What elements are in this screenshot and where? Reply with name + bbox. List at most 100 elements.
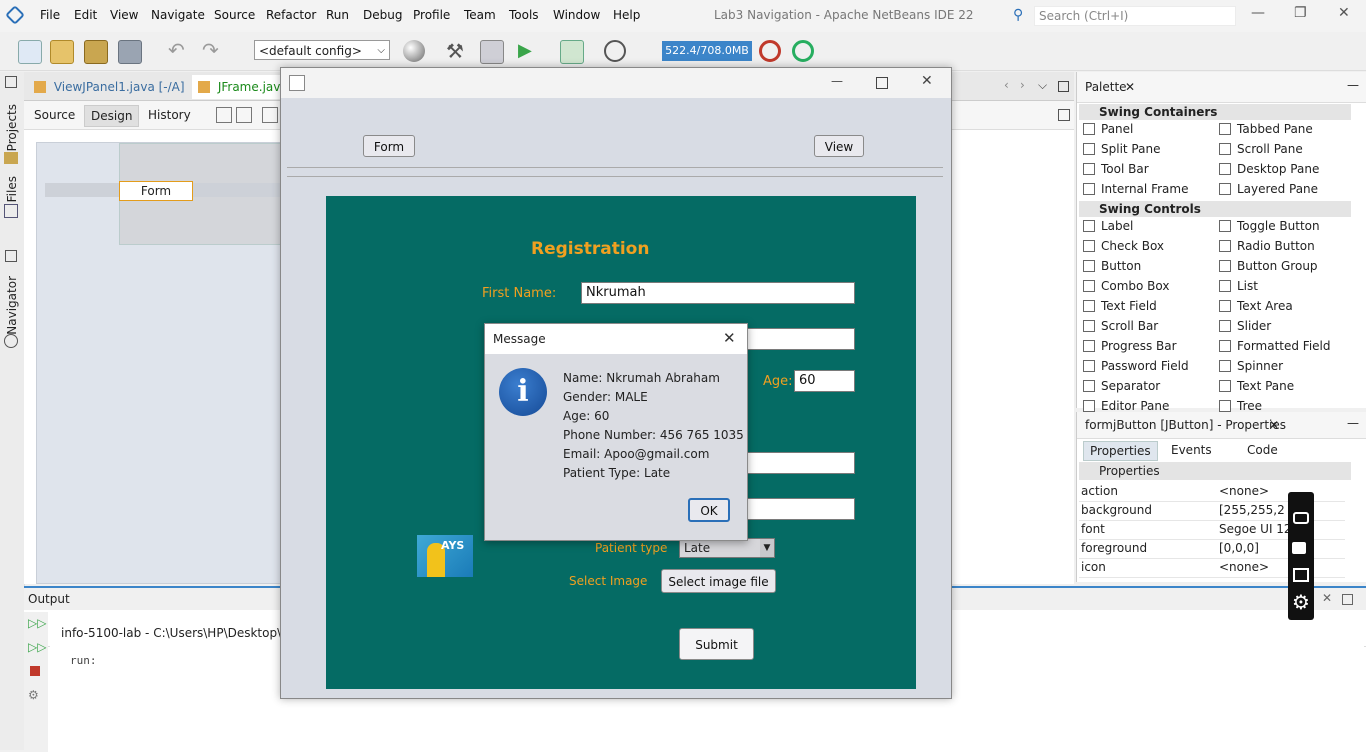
tab-events[interactable]: Events — [1171, 443, 1212, 457]
search-input[interactable]: Search (Ctrl+I) — [1034, 6, 1236, 26]
maximize-output-icon[interactable] — [1342, 594, 1353, 605]
palette-item[interactable]: Radio Button — [1217, 237, 1315, 255]
memory-indicator[interactable]: 522.4/708.0MB — [662, 41, 752, 61]
tab-properties[interactable]: Properties — [1083, 441, 1158, 461]
palette-item[interactable]: Progress Bar — [1081, 337, 1177, 355]
ok-button[interactable]: OK — [688, 498, 730, 522]
save-all-icon[interactable] — [118, 40, 142, 64]
config-select[interactable]: <default config> ⌵ — [254, 40, 390, 60]
palette-section-controls[interactable]: Swing Controls — [1079, 201, 1351, 217]
run-icon[interactable]: ▶ — [518, 40, 540, 62]
palette-item[interactable]: Tool Bar — [1081, 160, 1149, 178]
menu-source[interactable]: Source — [214, 8, 255, 22]
view-button[interactable]: View — [814, 135, 864, 157]
properties-section[interactable]: Properties — [1079, 462, 1351, 480]
palette-item[interactable]: Tabbed Pane — [1217, 120, 1313, 138]
palette-item[interactable]: Button — [1081, 257, 1141, 275]
maximize-editor-icon[interactable] — [1058, 81, 1069, 92]
palette-item[interactable]: Text Area — [1217, 297, 1293, 315]
restore-icon[interactable]: ❐ — [1294, 5, 1307, 21]
palette-item[interactable]: Separator — [1081, 377, 1160, 395]
last-name-input[interactable] — [746, 328, 855, 350]
palette-item[interactable]: Label — [1081, 217, 1133, 235]
selection-mode-icon[interactable] — [216, 107, 232, 123]
palette-item[interactable]: Split Pane — [1081, 140, 1160, 158]
palette-item[interactable]: Internal Frame — [1081, 180, 1188, 198]
menu-file[interactable]: File — [40, 8, 60, 22]
undo-icon[interactable]: ↶ — [168, 40, 190, 62]
palette-item[interactable]: Text Field — [1081, 297, 1157, 315]
minimize-output-icon[interactable]: ✕ — [1322, 591, 1332, 605]
build-hammer-icon[interactable]: ⚒ — [446, 40, 468, 62]
navigator-tab[interactable]: Navigator — [5, 276, 19, 335]
clean-build-icon[interactable] — [480, 40, 504, 64]
close-icon[interactable]: ✕ — [1338, 5, 1350, 21]
tab-viewjpanel1[interactable]: ViewJPanel1.java [-/A] ✕ — [28, 75, 211, 99]
age-input[interactable]: 60 — [794, 370, 855, 392]
settings-gear-icon[interactable]: ⚙ — [1292, 590, 1310, 614]
property-value[interactable]: <none> — [1219, 482, 1269, 501]
menu-tools[interactable]: Tools — [509, 8, 539, 22]
menu-edit[interactable]: Edit — [74, 8, 97, 22]
minimize-icon[interactable]: — — [1251, 5, 1265, 21]
palette-item[interactable]: Scroll Pane — [1217, 140, 1303, 158]
app-maximize-icon[interactable] — [876, 77, 888, 89]
menu-view[interactable]: View — [110, 8, 138, 22]
menu-debug[interactable]: Debug — [363, 8, 402, 22]
email-input[interactable] — [746, 498, 855, 520]
files-tab[interactable]: Files — [5, 176, 19, 202]
palette-item[interactable]: Spinner — [1217, 357, 1283, 375]
dialog-close-icon[interactable]: ✕ — [723, 329, 736, 347]
palette-section-containers[interactable]: Swing Containers — [1079, 104, 1351, 120]
select-image-button[interactable]: Select image file — [661, 569, 776, 593]
property-value[interactable]: [255,255,2 — [1219, 501, 1285, 520]
form-button-preview[interactable]: Form — [119, 181, 193, 201]
palette-item[interactable]: List — [1217, 277, 1258, 295]
palette-item[interactable]: Combo Box — [1081, 277, 1170, 295]
property-value[interactable]: [0,0,0] — [1219, 539, 1259, 558]
palette-item[interactable]: Password Field — [1081, 357, 1189, 375]
preview-design-icon[interactable] — [262, 107, 278, 123]
menu-run[interactable]: Run — [326, 8, 349, 22]
stop-icon[interactable] — [30, 666, 40, 676]
menu-profile[interactable]: Profile — [413, 8, 450, 22]
palette-item[interactable]: Text Pane — [1217, 377, 1294, 395]
design-canvas[interactable]: Form — [36, 142, 299, 584]
subtab-history[interactable]: History — [142, 105, 197, 125]
phone-input[interactable] — [746, 452, 855, 474]
menu-help[interactable]: Help — [613, 8, 640, 22]
camera-icon[interactable] — [1293, 512, 1309, 524]
split-divider[interactable] — [287, 167, 943, 177]
palette-item[interactable]: Check Box — [1081, 237, 1164, 255]
property-value[interactable]: <none> — [1219, 558, 1269, 577]
redo-icon[interactable]: ↷ — [202, 40, 224, 62]
menu-window[interactable]: Window — [553, 8, 600, 22]
globe-icon[interactable] — [403, 40, 425, 62]
scroll-left-icon[interactable]: ‹ — [1004, 78, 1009, 92]
palette-item[interactable]: Layered Pane — [1217, 180, 1318, 198]
palette-item[interactable]: Slider — [1217, 317, 1271, 335]
settings-icon[interactable]: ⚙ — [28, 688, 39, 702]
connection-mode-icon[interactable] — [236, 107, 252, 123]
restore-navigator-icon[interactable] — [5, 250, 17, 262]
video-icon[interactable] — [1292, 542, 1306, 554]
palette-item[interactable]: Panel — [1081, 120, 1133, 138]
tab-list-icon[interactable]: ⌵ — [1038, 78, 1047, 93]
new-file-icon[interactable] — [18, 40, 42, 64]
menu-navigate[interactable]: Navigate — [151, 8, 205, 22]
tab-jframe[interactable]: JFrame.java — [192, 75, 294, 99]
form-button[interactable]: Form — [363, 135, 415, 157]
scroll-right-icon[interactable]: › — [1020, 78, 1025, 92]
patient-type-select[interactable]: Late ▼ — [679, 538, 775, 558]
first-name-input[interactable]: Nkrumah — [581, 282, 855, 304]
palette-item[interactable]: Button Group — [1217, 257, 1318, 275]
new-project-icon[interactable] — [50, 40, 74, 64]
menu-team[interactable]: Team — [464, 8, 496, 22]
rerun-icon[interactable]: ▷▷ — [28, 616, 46, 630]
palette-item[interactable]: Formatted Field — [1217, 337, 1331, 355]
palette-item[interactable]: Scroll Bar — [1081, 317, 1158, 335]
subtab-source[interactable]: Source — [28, 105, 81, 125]
debug-icon[interactable] — [560, 40, 584, 64]
palette-item[interactable]: Desktop Pane — [1217, 160, 1319, 178]
app-close-icon[interactable]: ✕ — [921, 73, 933, 89]
